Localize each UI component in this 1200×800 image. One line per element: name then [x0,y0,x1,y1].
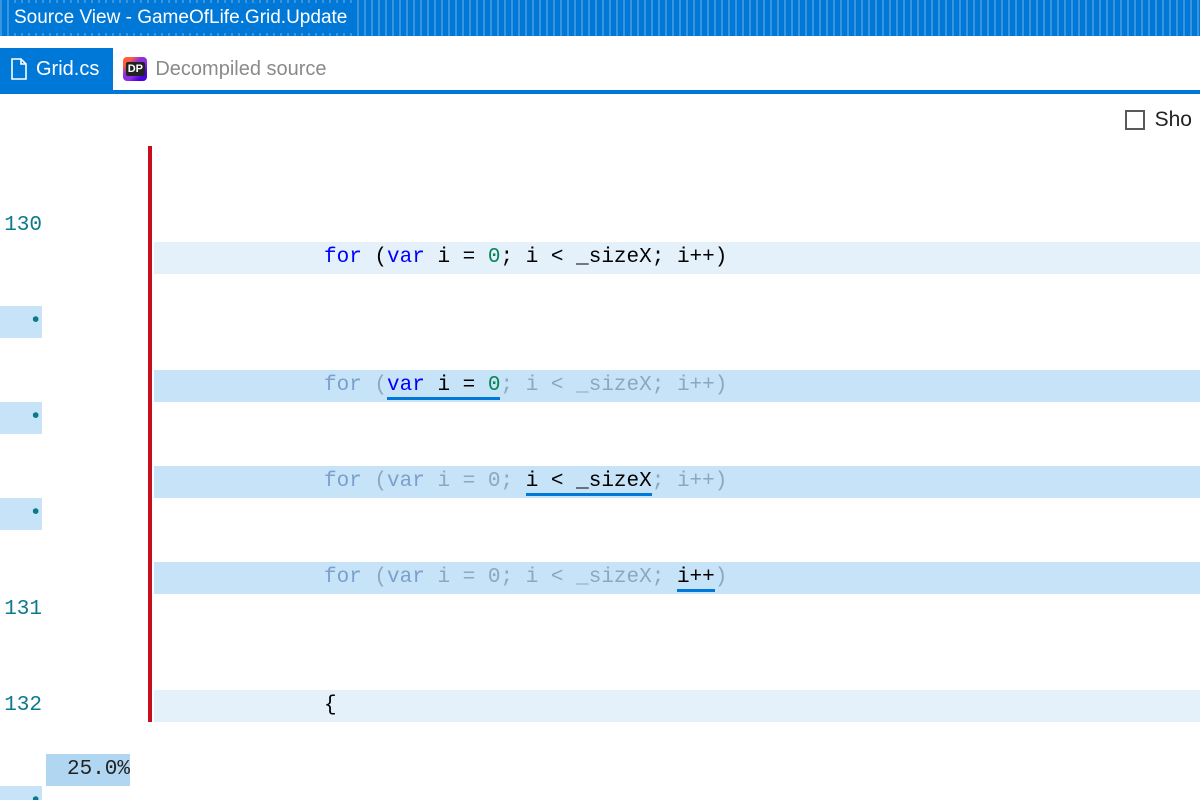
statement-line: for (var i = 0; i < _sizeX; i++) [154,562,1200,594]
line-marker-dot: • [0,306,42,338]
line-marker-dot: • [0,786,42,800]
line-number: 131 [0,594,42,626]
file-icon [10,58,28,80]
line-marker-dot: • [0,498,42,530]
timing-gutter: 25.0% 75.0% [46,146,138,800]
show-checkbox-label: Sho [1155,108,1192,132]
line-number: 130 [0,210,42,242]
tab-decompiled-source[interactable]: DP Decompiled source [113,48,340,90]
source-editor[interactable]: 130 • • • 131 132 • • • 133 134 135 136 … [0,146,1200,800]
show-checkbox[interactable] [1125,110,1145,130]
line-number-gutter: 130 • • • 131 132 • • • 133 134 135 136 … [0,146,46,800]
line-marker-dot: • [0,402,42,434]
title-bar: Source View - GameOfLife.Grid.Update [0,0,1200,36]
tab-grid-cs[interactable]: Grid.cs [0,48,113,90]
timing-value: 25.0% [46,754,130,786]
tab-label: Grid.cs [36,58,99,81]
line-number: 132 [0,690,42,722]
statement-line: for (var i = 0; i < _sizeX; i++) [154,370,1200,402]
window-title: Source View - GameOfLife.Grid.Update [14,3,357,33]
change-marker [148,146,152,722]
options-bar: Sho [0,94,1200,146]
code-line: for (var i = 0; i < _sizeX; i++) [154,242,1200,274]
tab-label: Decompiled source [155,58,326,81]
dotpeek-icon: DP [123,57,147,81]
statement-line: for (var i = 0; i < _sizeX; i++) [154,466,1200,498]
tab-strip: Grid.cs DP Decompiled source [0,36,1200,94]
code-area: for (var i = 0; i < _sizeX; i++) for (va… [154,146,1200,800]
code-line: { [154,690,1200,722]
